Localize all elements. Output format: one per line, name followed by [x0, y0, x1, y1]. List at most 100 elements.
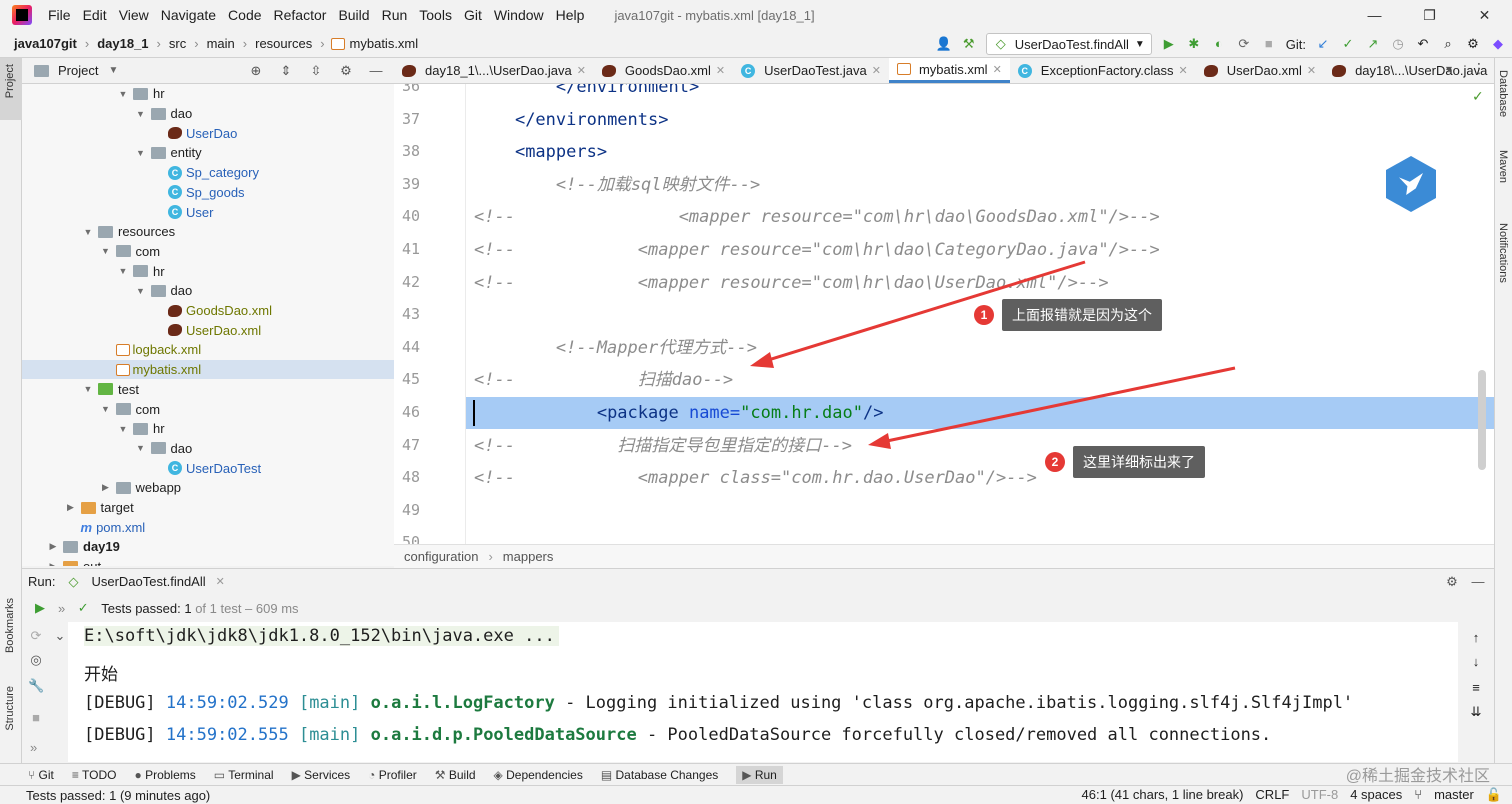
tool-window-services[interactable]: ▶ Services	[292, 768, 351, 782]
tool-window-dependencies[interactable]: ◈ Dependencies	[494, 768, 583, 782]
history-icon[interactable]: ◷	[1390, 36, 1406, 52]
run-tab[interactable]: UserDaoTest.findAll	[91, 574, 205, 589]
soft-wrap-icon[interactable]: ≡	[1468, 680, 1484, 696]
chevron-right-icon[interactable]: ▶	[65, 502, 77, 513]
rerun-failed-icon[interactable]: ⟳	[28, 628, 44, 644]
close-icon[interactable]: ✕	[716, 64, 725, 77]
editor-tab[interactable]: mybatis.xml ✕	[888, 58, 1010, 83]
bookmarks-stripe-label[interactable]: Bookmarks	[4, 598, 16, 653]
tree-node[interactable]: mybatis.xml	[22, 359, 394, 380]
editor-tab[interactable]: UserDao.xml ✕	[1196, 58, 1324, 83]
hammer-icon[interactable]: ⚒	[961, 36, 977, 52]
line-separator[interactable]: CRLF	[1255, 787, 1289, 803]
lock-icon[interactable]: 🔓	[1486, 787, 1502, 803]
git-push-icon[interactable]: ↗	[1365, 36, 1381, 52]
close-icon[interactable]: ✕	[1179, 64, 1188, 77]
file-encoding[interactable]: UTF-8	[1301, 787, 1338, 803]
maven-stripe-label[interactable]: Maven	[1497, 150, 1509, 183]
editor-crumb-mappers[interactable]: mappers	[503, 549, 554, 564]
close-icon[interactable]: ✕	[216, 575, 225, 588]
tree-node[interactable]: logback.xml	[22, 340, 394, 360]
code-editor[interactable]: 36 37 38 39 40 41 42 43 44 45 46 47 48 49 50 </environ…	[394, 84, 1494, 544]
breadcrumb-resources[interactable]: resources	[253, 36, 314, 51]
locate-icon[interactable]: ⊕	[248, 63, 264, 79]
arrow-up-icon[interactable]: ↑	[1468, 630, 1484, 646]
tree-node[interactable]: C Sp_goods	[22, 183, 394, 203]
tree-node[interactable]: C UserDaoTest	[22, 458, 394, 478]
menu-build[interactable]: Build	[332, 0, 375, 30]
tool-window-terminal[interactable]: ▭ Terminal	[214, 768, 274, 782]
code-line[interactable]: <mappers>	[474, 136, 607, 168]
tree-node[interactable]: ▶ target	[22, 498, 394, 518]
menu-refactor[interactable]: Refactor	[268, 0, 333, 30]
tree-node[interactable]: ▶ out	[22, 557, 394, 566]
tree-node[interactable]: m pom.xml	[22, 517, 394, 537]
gear-icon[interactable]: ⚙	[1444, 574, 1460, 590]
tool-window-database-changes[interactable]: ▤ Database Changes	[601, 768, 718, 782]
tool-window-git[interactable]: ⑂ Git	[28, 768, 54, 782]
chevron-right-icon[interactable]: ▶	[47, 561, 59, 566]
more-icon[interactable]: »	[58, 601, 65, 616]
inspection-ok-icon[interactable]: ✓	[1472, 88, 1484, 105]
menu-tools[interactable]: Tools	[413, 0, 458, 30]
git-update-icon[interactable]: ↙	[1315, 36, 1331, 52]
editor-tab[interactable]: C ExceptionFactory.class ✕	[1010, 58, 1196, 83]
tree-node[interactable]: ▶ day19	[22, 537, 394, 557]
chevron-down-icon[interactable]: ▼	[100, 404, 112, 414]
git-commit-icon[interactable]: ✓	[1340, 36, 1356, 52]
user-icon[interactable]: 👤	[936, 36, 952, 52]
editor-tab[interactable]: day18_1\...\UserDao.java ✕	[394, 58, 594, 83]
breadcrumb-file[interactable]: mybatis.xml	[348, 36, 421, 51]
snapshot-icon[interactable]: ◎	[28, 652, 44, 668]
database-stripe-label[interactable]: Database	[1497, 70, 1509, 117]
jetbrains-icon[interactable]: ◆	[1490, 36, 1506, 52]
tree-node[interactable]: ▼ com	[22, 242, 394, 262]
code-line[interactable]: <!-- 扫描指定导包里指定的接口-->	[474, 430, 852, 462]
chevron-down-icon[interactable]: ▼	[135, 443, 147, 453]
code-line[interactable]: <!--加载sql映射文件-->	[474, 169, 760, 201]
close-icon[interactable]: ✕	[1307, 64, 1316, 77]
tree-node[interactable]: UserDao	[22, 123, 394, 143]
menu-window[interactable]: Window	[488, 0, 550, 30]
breadcrumb-module[interactable]: day18_1	[95, 36, 150, 51]
notifications-stripe-label[interactable]: Notifications	[1497, 223, 1509, 283]
code-line[interactable]: <package name="com.hr.dao"/>	[474, 397, 884, 429]
more-icon[interactable]: »	[30, 740, 37, 755]
chevron-down-icon[interactable]: ▼	[135, 109, 147, 119]
expand-all-icon[interactable]: ⇕	[278, 63, 294, 79]
menu-help[interactable]: Help	[550, 0, 591, 30]
profile-icon[interactable]: ⟳	[1236, 36, 1252, 52]
status-tests[interactable]: Tests passed: 1 (9 minutes ago)	[26, 788, 210, 803]
code-line[interactable]: <!-- 扫描dao-->	[474, 364, 733, 396]
chevron-down-icon[interactable]: ▼	[82, 384, 94, 394]
tool-window-problems[interactable]: ● Problems	[134, 768, 195, 782]
editor-crumb-configuration[interactable]: configuration	[404, 549, 478, 564]
editor-tab[interactable]: C UserDaoTest.java ✕	[733, 58, 889, 83]
chevron-down-icon[interactable]: ▼	[108, 65, 118, 76]
gear-icon[interactable]: ⚙	[1465, 36, 1481, 52]
code-line[interactable]: <!--Mapper代理方式-->	[474, 332, 757, 364]
code-line[interactable]: <!-- <mapper resource="com\hr\dao\GoodsD…	[474, 201, 1160, 233]
project-panel-title[interactable]: Project	[58, 63, 98, 78]
stop-icon[interactable]: ■	[1261, 36, 1277, 52]
tree-node[interactable]: ▼ hr	[22, 419, 394, 439]
project-tool-button[interactable]: Project	[0, 58, 22, 120]
tree-node[interactable]: C User	[22, 202, 394, 222]
search-icon[interactable]: ⌕	[1440, 36, 1456, 52]
breadcrumb-main[interactable]: main	[205, 36, 237, 51]
tree-node[interactable]: ▼ dao	[22, 439, 394, 459]
close-icon[interactable]: ✕	[577, 64, 586, 77]
code-line[interactable]: <!-- <mapper resource="com\hr\dao\UserDa…	[474, 267, 1109, 299]
tree-node[interactable]: ▼ hr	[22, 84, 394, 104]
tool-window-run[interactable]: ▶ Run	[736, 765, 783, 784]
stop-icon[interactable]: ■	[28, 710, 44, 726]
tree-node[interactable]: C Sp_category	[22, 163, 394, 183]
chevron-right-icon[interactable]: ▶	[100, 482, 112, 493]
structure-stripe-label[interactable]: Structure	[4, 686, 16, 731]
tabs-more-icon[interactable]: ▾	[1446, 62, 1452, 76]
chevron-down-icon[interactable]: ▼	[117, 89, 129, 99]
maximize-button[interactable]: ❐	[1402, 0, 1457, 30]
run-icon[interactable]: ▶	[1161, 36, 1177, 52]
code-line[interactable]: </environment>	[474, 84, 699, 103]
code-line[interactable]: </environments>	[474, 104, 669, 136]
